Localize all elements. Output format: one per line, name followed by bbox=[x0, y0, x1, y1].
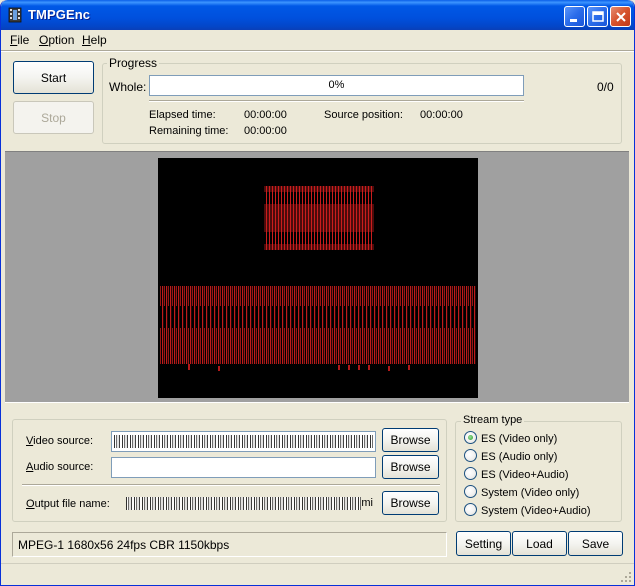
progress-separator bbox=[149, 100, 524, 102]
output-file-suffix: mi bbox=[361, 497, 373, 509]
output-file-label: Output file name: bbox=[26, 498, 110, 510]
radio-es-video-only[interactable]: ES (Video only) bbox=[464, 431, 557, 445]
video-source-redacted bbox=[114, 435, 373, 448]
minimize-button[interactable] bbox=[564, 6, 585, 27]
close-button[interactable] bbox=[610, 6, 631, 27]
setting-button[interactable]: Setting bbox=[456, 531, 511, 556]
menu-file[interactable]: File bbox=[10, 33, 29, 47]
progress-group-label: Progress bbox=[107, 56, 160, 70]
radio-button-icon[interactable] bbox=[464, 503, 477, 516]
radio-button-icon[interactable] bbox=[464, 485, 477, 498]
elapsed-label: Elapsed time: bbox=[149, 109, 216, 121]
whole-label: Whole: bbox=[109, 80, 147, 94]
preview-frame-image bbox=[160, 186, 476, 371]
radio-es-video-audio[interactable]: ES (Video+Audio) bbox=[464, 467, 569, 481]
source-position-label: Source position: bbox=[324, 109, 403, 121]
maximize-button[interactable] bbox=[587, 6, 608, 27]
status-bar bbox=[1, 563, 634, 585]
browse-output-button[interactable]: Browse bbox=[382, 491, 439, 515]
browse-audio-button[interactable]: Browse bbox=[382, 455, 439, 479]
source-position-value: 00:00:00 bbox=[420, 109, 463, 121]
radio-system-video-only[interactable]: System (Video only) bbox=[464, 485, 579, 499]
close-icon bbox=[616, 12, 626, 22]
save-button[interactable]: Save bbox=[568, 531, 623, 556]
window-title: TMPGEnc bbox=[28, 7, 91, 22]
video-source-input[interactable] bbox=[111, 431, 376, 452]
menu-bar: File Option Help bbox=[1, 30, 634, 50]
stop-button[interactable]: Stop bbox=[13, 101, 94, 134]
resize-grip-icon[interactable] bbox=[620, 571, 632, 583]
menu-help[interactable]: Help bbox=[82, 33, 107, 47]
app-window: TMPGEnc File Option Help Start Stop Prog… bbox=[0, 0, 635, 586]
output-file-input[interactable]: mi bbox=[123, 493, 376, 514]
elapsed-value: 00:00:00 bbox=[244, 109, 287, 121]
start-button[interactable]: Start bbox=[13, 61, 94, 94]
audio-source-input[interactable] bbox=[111, 457, 376, 478]
menu-option[interactable]: Option bbox=[39, 33, 74, 47]
radio-button-icon[interactable] bbox=[464, 467, 477, 480]
browse-video-button[interactable]: Browse bbox=[382, 428, 439, 452]
progress-count: 0/0 bbox=[597, 80, 614, 94]
whole-progress-bar: 0% bbox=[149, 75, 524, 96]
video-preview bbox=[158, 158, 478, 398]
remaining-value: 00:00:00 bbox=[244, 125, 287, 137]
load-button[interactable]: Load bbox=[512, 531, 567, 556]
minimize-icon bbox=[570, 19, 577, 22]
progress-percent: 0% bbox=[328, 79, 345, 91]
remaining-label: Remaining time: bbox=[149, 125, 229, 137]
film-icon bbox=[8, 7, 22, 23]
output-file-redacted bbox=[126, 497, 361, 510]
encode-settings-summary: MPEG-1 1680x56 24fps CBR 1150kbps bbox=[12, 532, 447, 557]
stream-type-label: Stream type bbox=[461, 414, 525, 426]
video-source-label: Video source: bbox=[26, 435, 94, 447]
radio-es-audio-only[interactable]: ES (Audio only) bbox=[464, 449, 557, 463]
radio-button-icon[interactable] bbox=[464, 431, 477, 444]
files-separator bbox=[22, 484, 440, 486]
radio-button-icon[interactable] bbox=[464, 449, 477, 462]
title-bar[interactable]: TMPGEnc bbox=[1, 0, 634, 30]
menu-separator bbox=[1, 50, 634, 52]
maximize-icon bbox=[592, 11, 604, 22]
audio-source-label: Audio source: bbox=[26, 461, 94, 473]
radio-system-video-audio[interactable]: System (Video+Audio) bbox=[464, 503, 591, 517]
